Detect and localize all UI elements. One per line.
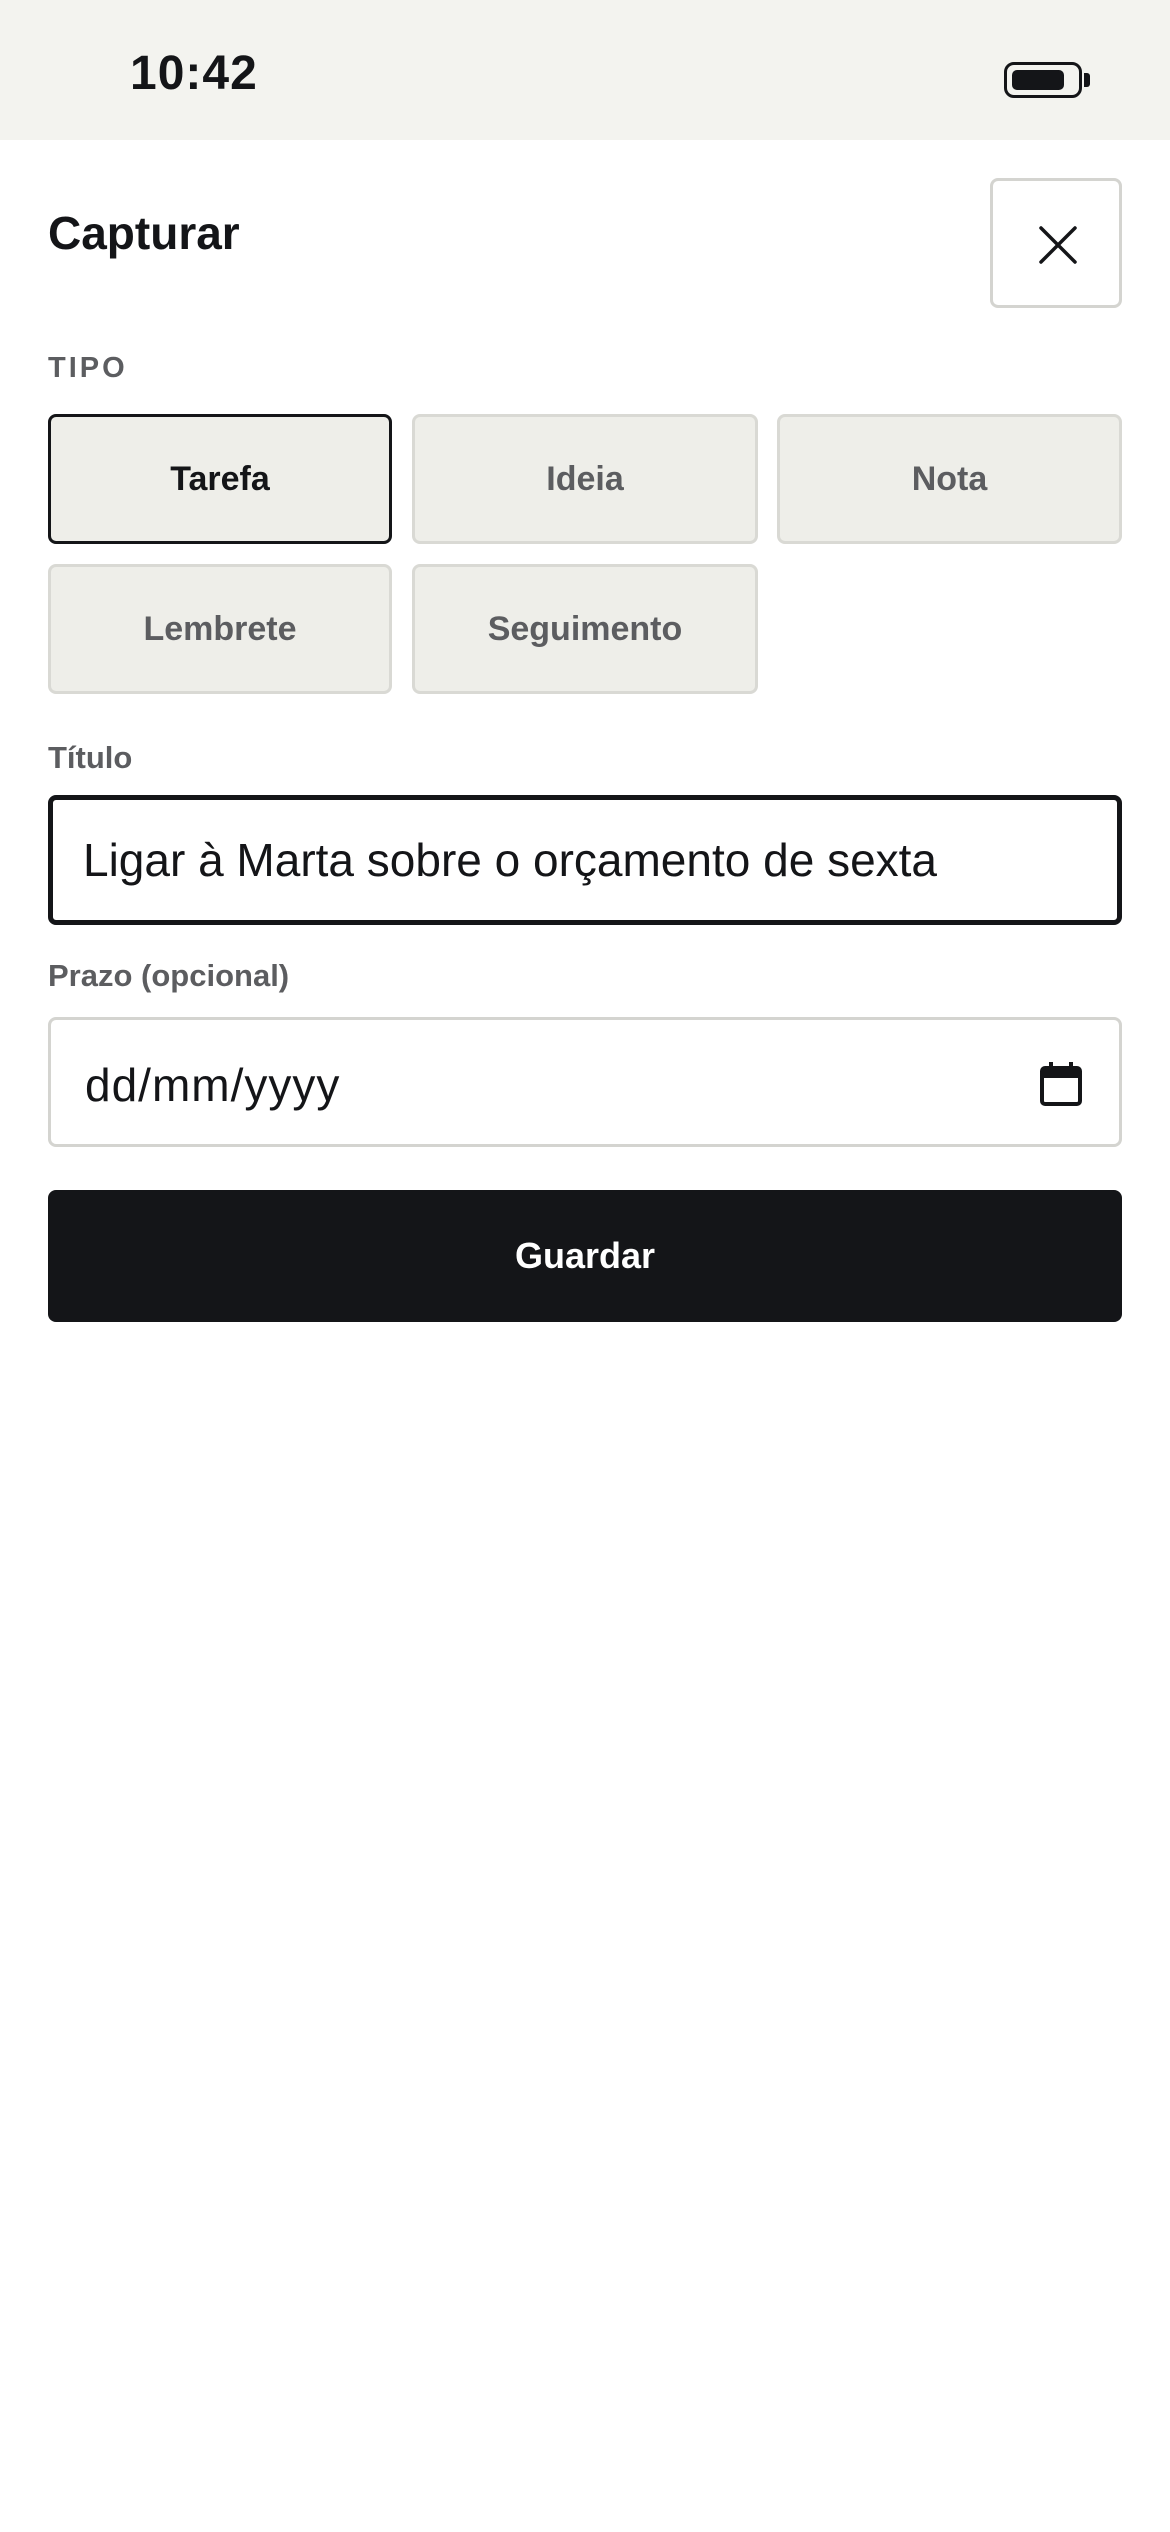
type-section-label: TIPO: [48, 352, 128, 384]
battery-nub: [1084, 73, 1090, 87]
status-time: 10:42: [130, 47, 258, 100]
type-option-tarefa[interactable]: Tarefa: [48, 414, 392, 544]
due-date-placeholder: dd/mm/yyyy: [85, 1059, 341, 1111]
type-option-nota[interactable]: Nota: [777, 414, 1122, 544]
type-option-seguimento[interactable]: Seguimento: [412, 564, 758, 694]
due-date-field-label: Prazo (opcional): [48, 958, 290, 993]
save-button[interactable]: Guardar: [48, 1190, 1122, 1322]
battery-level: [1012, 70, 1064, 90]
battery-icon: [1004, 62, 1082, 98]
calendar-icon[interactable]: [1039, 1060, 1083, 1108]
sheet-title: Capturar: [48, 207, 240, 259]
close-button[interactable]: [990, 178, 1122, 308]
due-date-input[interactable]: dd/mm/yyyy: [48, 1017, 1122, 1147]
status-bar: 10:42: [0, 0, 1170, 140]
title-input[interactable]: [48, 795, 1122, 925]
type-option-lembrete[interactable]: Lembrete: [48, 564, 392, 694]
type-option-ideia[interactable]: Ideia: [412, 414, 758, 544]
close-icon: [1039, 226, 1077, 264]
title-field-label: Título: [48, 740, 133, 775]
